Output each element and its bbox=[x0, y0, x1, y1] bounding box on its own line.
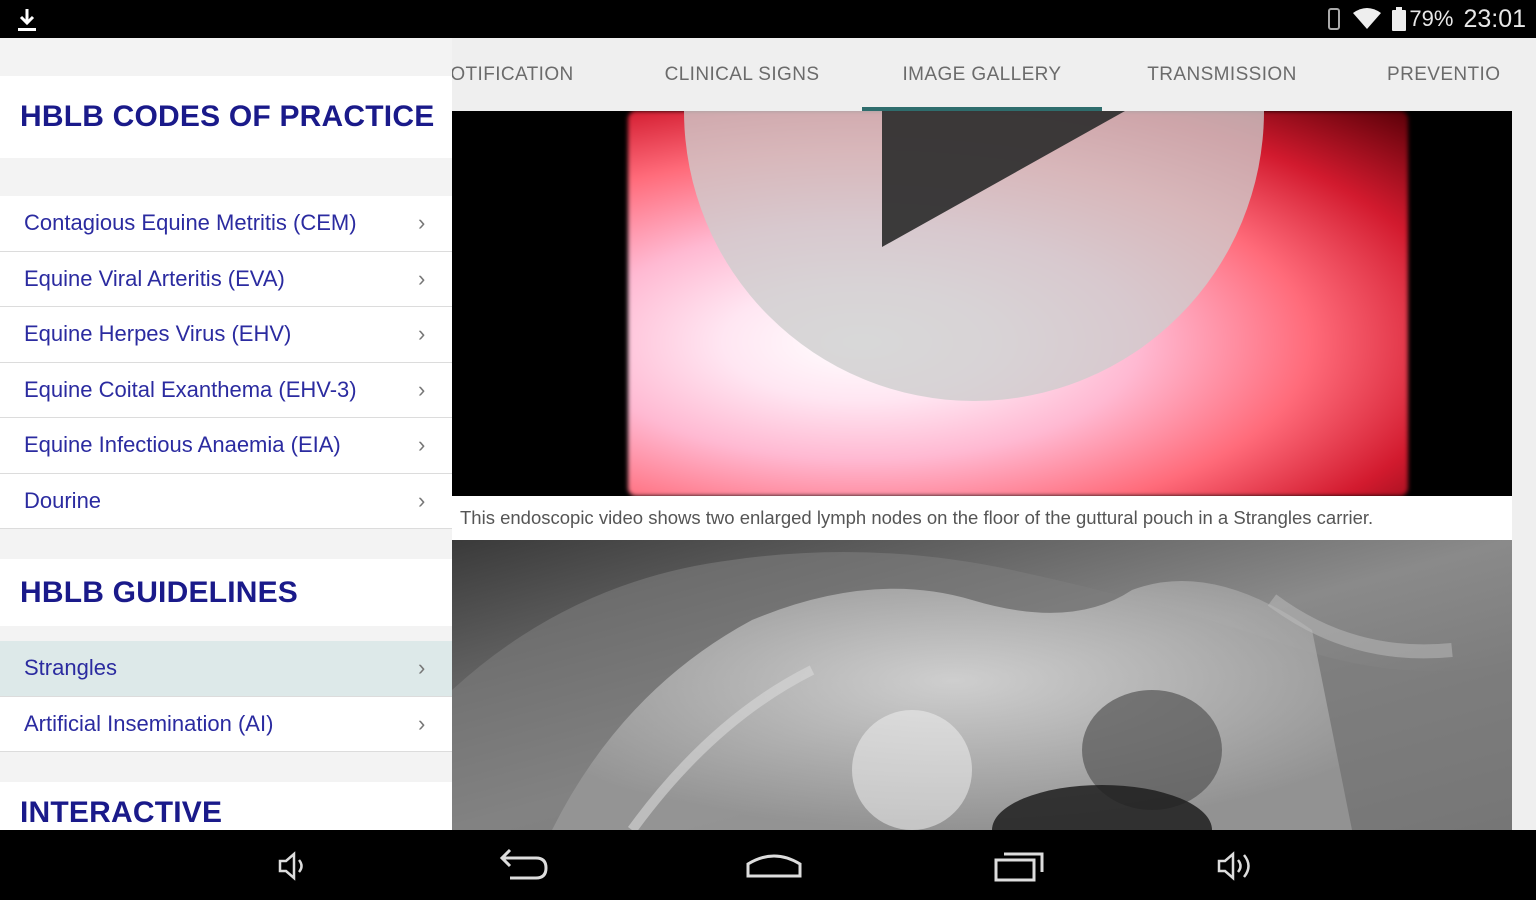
sidebar-item-ehv[interactable]: Equine Herpes Virus (EHV) › bbox=[0, 307, 452, 363]
section-header-codes: HBLB CODES OF PRACTICE bbox=[0, 76, 452, 158]
sidebar-item-dourine[interactable]: Dourine › bbox=[0, 473, 452, 529]
chevron-right-icon: › bbox=[418, 710, 426, 736]
tab-image-gallery[interactable]: IMAGE GALLERY bbox=[862, 38, 1102, 111]
tab-prevention[interactable]: PREVENTIO bbox=[1387, 38, 1522, 111]
sidebar-item-label: Equine Infectious Anaemia (EIA) bbox=[24, 432, 341, 458]
sidebar-item-label: Contagious Equine Metritis (CEM) bbox=[24, 210, 357, 236]
tab-transmission[interactable]: TRANSMISSION bbox=[1102, 38, 1342, 111]
sidebar-item-eia[interactable]: Equine Infectious Anaemia (EIA) › bbox=[0, 418, 452, 474]
tab-label: IMAGE GALLERY bbox=[902, 63, 1062, 85]
chevron-right-icon: › bbox=[418, 376, 426, 402]
sidebar-item-strangles[interactable]: Strangles › bbox=[0, 641, 452, 697]
tab-label: PREVENTIO bbox=[1387, 63, 1501, 85]
xray-image[interactable] bbox=[452, 540, 1512, 830]
back-icon[interactable] bbox=[494, 846, 554, 886]
nav-bar bbox=[0, 830, 1536, 900]
chevron-right-icon: › bbox=[418, 655, 426, 681]
section-title: HBLB GUIDELINES bbox=[20, 575, 299, 609]
vibrate-icon bbox=[1328, 8, 1341, 30]
battery-percent: 79% bbox=[1409, 6, 1454, 31]
codes-list: Contagious Equine Metritis (CEM) › Equin… bbox=[0, 196, 452, 529]
sidebar-item-cem[interactable]: Contagious Equine Metritis (CEM) › bbox=[0, 196, 452, 252]
sidebar-item-label: Dourine bbox=[24, 487, 102, 513]
tab-notification[interactable]: OTIFICATION bbox=[452, 38, 592, 111]
chevron-right-icon: › bbox=[418, 210, 426, 236]
chevron-right-icon: › bbox=[418, 265, 426, 291]
chevron-right-icon: › bbox=[418, 321, 426, 347]
sidebar-item-label: Equine Herpes Virus (EHV) bbox=[24, 321, 292, 347]
download-icon bbox=[18, 9, 36, 31]
video-caption: This endoscopic video shows two enlarged… bbox=[452, 496, 1512, 540]
tab-clinical-signs[interactable]: CLINICAL SIGNS bbox=[622, 38, 862, 111]
section-header-guidelines: HBLB GUIDELINES bbox=[0, 559, 452, 626]
main-content: OTIFICATION CLINICAL SIGNS IMAGE GALLERY… bbox=[452, 38, 1536, 830]
recents-icon[interactable] bbox=[990, 846, 1050, 886]
sidebar-item-label: Equine Coital Exanthema (EHV-3) bbox=[24, 376, 357, 402]
tab-label: TRANSMISSION bbox=[1147, 63, 1297, 85]
volume-down-icon[interactable] bbox=[262, 846, 322, 886]
chevron-right-icon: › bbox=[418, 432, 426, 458]
chevron-right-icon: › bbox=[418, 487, 426, 513]
caption-text: This endoscopic video shows two enlarged… bbox=[460, 507, 1374, 528]
sidebar-item-label: Strangles bbox=[24, 655, 117, 681]
video-player[interactable] bbox=[452, 111, 1512, 496]
volume-up-icon[interactable] bbox=[1208, 846, 1268, 886]
sidebar: HBLB CODES OF PRACTICE Contagious Equine… bbox=[0, 38, 452, 830]
app-window: HBLB CODES OF PRACTICE Contagious Equine… bbox=[0, 38, 1536, 830]
tab-label: CLINICAL SIGNS bbox=[664, 63, 820, 85]
clock: 23:01 bbox=[1463, 4, 1526, 33]
battery-icon bbox=[1392, 7, 1407, 31]
xray-picture bbox=[452, 540, 1512, 830]
sidebar-item-ai[interactable]: Artificial Insemination (AI) › bbox=[0, 696, 452, 752]
tab-bar: OTIFICATION CLINICAL SIGNS IMAGE GALLERY… bbox=[452, 38, 1536, 111]
tab-label: OTIFICATION bbox=[452, 63, 574, 85]
wifi-icon bbox=[1353, 8, 1382, 29]
play-icon[interactable] bbox=[880, 111, 1130, 251]
sidebar-item-label: Artificial Insemination (AI) bbox=[24, 710, 274, 736]
status-bar: 79% 23:01 bbox=[0, 0, 1536, 38]
home-icon[interactable] bbox=[744, 846, 804, 886]
sidebar-item-ehv3[interactable]: Equine Coital Exanthema (EHV-3) › bbox=[0, 362, 452, 418]
section-title: HBLB CODES OF PRACTICE bbox=[20, 100, 435, 133]
section-title: INTERACTIVE bbox=[20, 796, 223, 829]
section-header-interactive: INTERACTIVE bbox=[0, 782, 452, 830]
sidebar-item-label: Equine Viral Arteritis (EVA) bbox=[24, 265, 285, 291]
guidelines-list: Strangles › Artificial Insemination (AI)… bbox=[0, 641, 452, 752]
sidebar-item-eva[interactable]: Equine Viral Arteritis (EVA) › bbox=[0, 251, 452, 307]
